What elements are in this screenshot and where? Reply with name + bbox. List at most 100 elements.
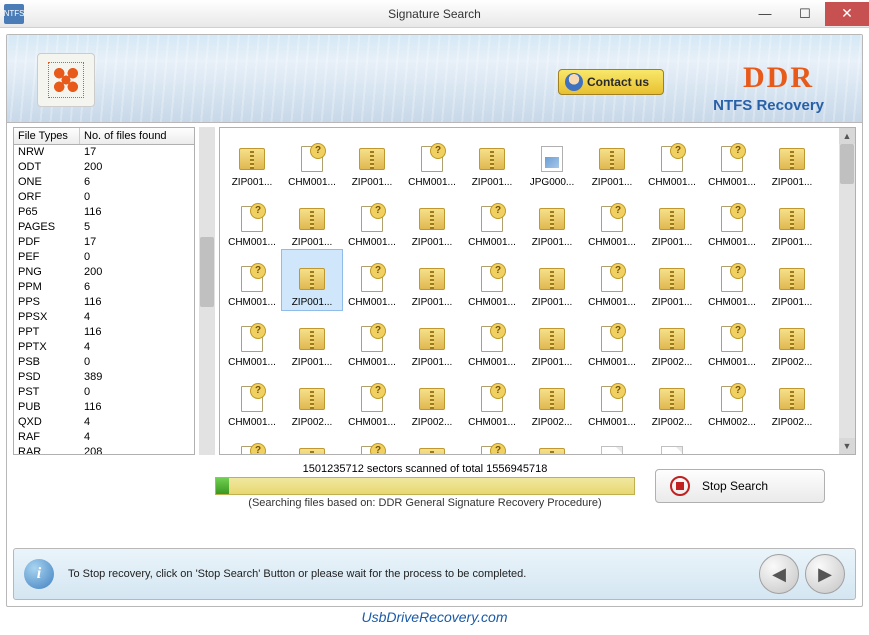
table-row[interactable]: PNG200 (14, 265, 194, 280)
files-vertical-scrollbar[interactable]: ▲ ▼ (839, 128, 855, 454)
file-item[interactable]: ZIP001... (582, 130, 642, 190)
file-item[interactable]: ZIP001... (522, 190, 582, 250)
table-row[interactable]: PSB0 (14, 355, 194, 370)
file-item[interactable]: ZIP002... (282, 430, 342, 454)
file-item[interactable]: ZIP001... (402, 250, 462, 310)
file-item[interactable]: CHM001... (222, 310, 282, 370)
file-item[interactable]: CHM002... (222, 430, 282, 454)
table-row[interactable]: QXD4 (14, 415, 194, 430)
file-item[interactable]: CHM001... (582, 310, 642, 370)
file-item[interactable]: CHM001... (462, 250, 522, 310)
file-label: CHM001... (348, 297, 396, 308)
footer-link[interactable]: UsbDriveRecovery.com (6, 609, 863, 625)
middle-scrollbar[interactable] (199, 127, 215, 455)
file-item[interactable]: CHM002... (462, 430, 522, 454)
table-row[interactable]: RAF4 (14, 430, 194, 445)
file-item[interactable]: CHM002... (702, 370, 762, 430)
file-item[interactable]: ZIP002... (642, 310, 702, 370)
file-item[interactable]: ZIP002... (762, 310, 822, 370)
table-row[interactable]: PAGES5 (14, 220, 194, 235)
table-row[interactable]: ODT200 (14, 160, 194, 175)
table-row[interactable]: PPT116 (14, 325, 194, 340)
file-item[interactable]: PAGES0... (582, 430, 642, 454)
file-item[interactable]: ZIP001... (282, 310, 342, 370)
table-row[interactable]: NRW17 (14, 145, 194, 160)
file-item[interactable]: CHM001... (342, 370, 402, 430)
file-item[interactable]: CHM001... (462, 310, 522, 370)
file-item[interactable]: ZIP001... (762, 130, 822, 190)
table-row[interactable]: RAR208 (14, 445, 194, 454)
file-item[interactable]: CHM001... (342, 250, 402, 310)
file-item[interactable]: CHM001... (342, 190, 402, 250)
file-item[interactable]: ZIP001... (522, 310, 582, 370)
file-item[interactable]: ZIP001... (522, 250, 582, 310)
prev-button[interactable]: ◀ (759, 554, 799, 594)
scroll-up-arrow-icon[interactable]: ▲ (839, 128, 855, 144)
zip-folder-icon (656, 263, 688, 295)
file-item[interactable]: ZIP002... (522, 370, 582, 430)
file-item[interactable]: ZIP001... (222, 130, 282, 190)
file-item[interactable]: ZIP002... (282, 370, 342, 430)
file-item[interactable]: CHM001... (582, 250, 642, 310)
file-item[interactable]: XPS000... (642, 430, 702, 454)
col-files-found[interactable]: No. of files found (80, 128, 194, 144)
file-item[interactable]: CHM001... (222, 190, 282, 250)
table-row[interactable]: PPSX4 (14, 310, 194, 325)
file-item[interactable]: ZIP001... (402, 190, 462, 250)
contact-us-button[interactable]: Contact us (558, 69, 664, 95)
file-item[interactable]: ZIP001... (642, 250, 702, 310)
file-item[interactable]: CHM001... (222, 250, 282, 310)
file-item[interactable]: ZIP001... (342, 130, 402, 190)
file-item[interactable]: JPG000... (522, 130, 582, 190)
table-row[interactable]: ONE6 (14, 175, 194, 190)
file-item[interactable]: ZIP001... (462, 130, 522, 190)
stop-search-button[interactable]: Stop Search (655, 469, 825, 503)
table-row[interactable]: PDF17 (14, 235, 194, 250)
file-item[interactable]: ZIP002... (522, 430, 582, 454)
file-item[interactable]: CHM001... (702, 130, 762, 190)
close-button[interactable]: ✕ (825, 2, 869, 26)
table-row[interactable]: P65116 (14, 205, 194, 220)
scroll-down-arrow-icon[interactable]: ▼ (839, 438, 855, 454)
file-item[interactable]: CHM001... (702, 250, 762, 310)
table-row[interactable]: PSD389 (14, 370, 194, 385)
file-item[interactable]: CHM001... (342, 310, 402, 370)
file-item[interactable]: CHM001... (702, 310, 762, 370)
file-label: CHM001... (228, 237, 276, 248)
table-row[interactable]: PPM6 (14, 280, 194, 295)
file-item[interactable]: CHM001... (582, 190, 642, 250)
file-item[interactable]: CHM001... (222, 370, 282, 430)
file-item[interactable]: ZIP001... (762, 190, 822, 250)
file-item[interactable]: ZIP002... (402, 430, 462, 454)
file-label: CHM001... (708, 297, 756, 308)
table-row[interactable]: PST0 (14, 385, 194, 400)
table-row[interactable]: PUB116 (14, 400, 194, 415)
file-item[interactable]: ZIP002... (762, 370, 822, 430)
file-item[interactable]: ZIP002... (642, 370, 702, 430)
file-item[interactable]: CHM001... (282, 130, 342, 190)
scrollbar-thumb[interactable] (200, 237, 214, 307)
table-row[interactable]: ORF0 (14, 190, 194, 205)
file-item[interactable]: ZIP001... (762, 250, 822, 310)
minimize-button[interactable]: — (745, 2, 785, 26)
scrollbar-thumb[interactable] (840, 144, 854, 184)
col-file-types[interactable]: File Types (14, 128, 80, 144)
file-item[interactable]: ZIP001... (282, 190, 342, 250)
file-item[interactable]: ZIP001... (642, 190, 702, 250)
table-row[interactable]: PEF0 (14, 250, 194, 265)
file-item[interactable]: CHM001... (462, 370, 522, 430)
file-item[interactable]: CHM001... (582, 370, 642, 430)
table-row[interactable]: PPTX4 (14, 340, 194, 355)
file-item[interactable]: CHM001... (402, 130, 462, 190)
file-item[interactable]: ZIP001... (402, 310, 462, 370)
next-button[interactable]: ▶ (805, 554, 845, 594)
file-item[interactable]: ZIP002... (402, 370, 462, 430)
maximize-button[interactable]: ☐ (785, 2, 825, 26)
file-item[interactable]: CHM001... (462, 190, 522, 250)
file-item[interactable]: CHM001... (642, 130, 702, 190)
file-item[interactable]: ZIP001... (282, 250, 342, 310)
file-item[interactable]: CHM002... (342, 430, 402, 454)
file-item[interactable]: CHM001... (702, 190, 762, 250)
cell-count: 116 (80, 205, 194, 220)
table-row[interactable]: PPS116 (14, 295, 194, 310)
